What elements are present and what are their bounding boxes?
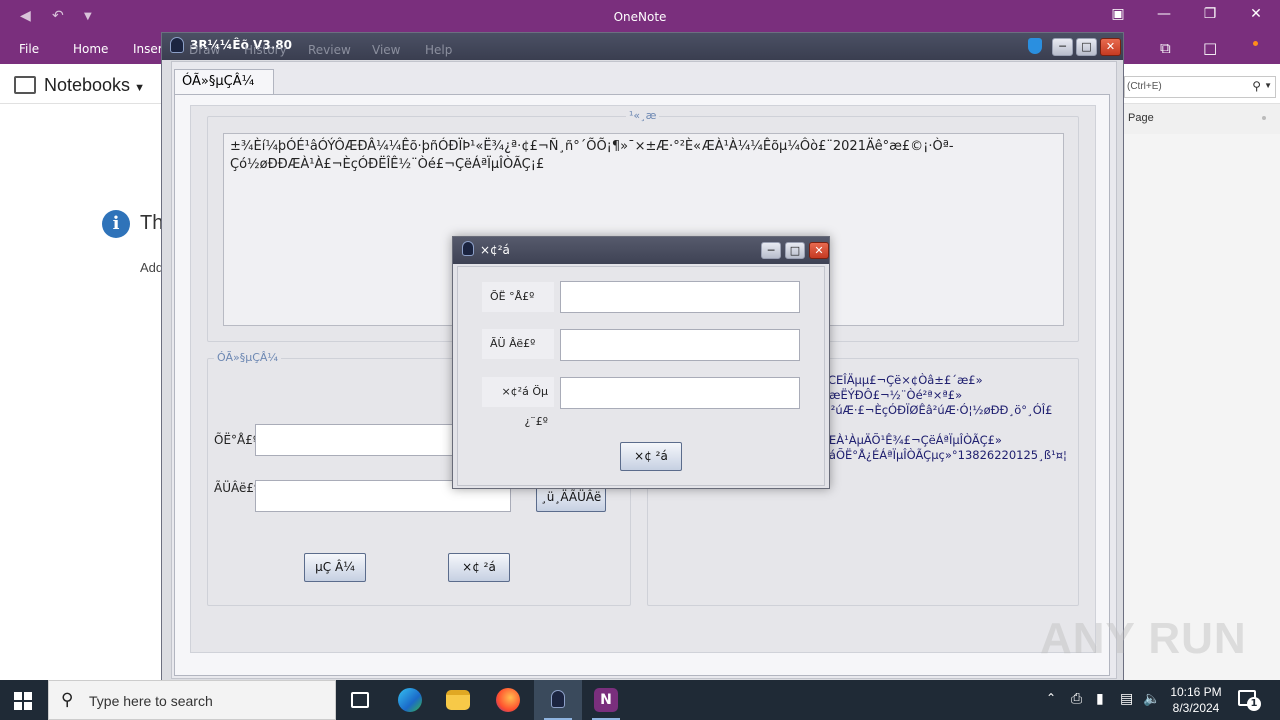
notebook-icon: [14, 76, 36, 94]
action-center-icon[interactable]: 1: [1238, 690, 1261, 711]
add-page-label: Page: [1128, 112, 1154, 124]
ghost-tab-view: View: [372, 43, 401, 57]
info-subtext: Add: [140, 260, 164, 275]
notice-legend: ¹«¸æ: [626, 109, 660, 122]
register-dialog: ×¢²á ─ □ ✕ ÕË °Å£º ÃÜ Âë£º ×¢²á Öµ ¿¨£º …: [452, 236, 830, 489]
taskbar-search-placeholder: Type here to search: [89, 693, 213, 709]
info-line: [818, 418, 1074, 433]
info-line: ¾æËÝÐÔ£¬½¨Òé²ª×ª£»: [818, 388, 963, 402]
dialog-maximize-button[interactable]: □: [785, 242, 805, 259]
taskbar-clock[interactable]: 10:16 PM 8/3/2024: [1168, 684, 1224, 716]
ghost-tab-help: Help: [425, 43, 453, 57]
ghost-tab-history: History: [244, 43, 287, 57]
comment-icon[interactable]: □: [1203, 39, 1217, 57]
tab-file[interactable]: File: [19, 42, 39, 56]
dialog-code-input[interactable]: [560, 377, 800, 409]
taskbar-firefox[interactable]: [484, 680, 532, 720]
info-icon: i: [102, 210, 130, 238]
close-icon[interactable]: ✕: [1246, 6, 1266, 22]
search-scope-dropdown-icon[interactable]: ▼: [1264, 81, 1272, 90]
ghost-tab-review: Review: [308, 43, 351, 57]
info-heading: Th: [140, 212, 164, 234]
taskbar-3r-app[interactable]: [534, 680, 582, 720]
clock-date: 8/3/2024: [1172, 701, 1220, 715]
ribbon-display-icon[interactable]: ▣: [1108, 6, 1128, 22]
dialog-register-button[interactable]: ×¢ ²á: [620, 442, 682, 471]
info-line: FICEÎÄµµ£¬Çë×¢Òâ±£´æ£»: [818, 373, 983, 387]
network-icon[interactable]: ▤: [1120, 691, 1133, 707]
app-maximize-button[interactable]: □: [1076, 38, 1097, 56]
dialog-titlebar[interactable]: ×¢²á ─ □ ✕: [453, 237, 829, 264]
dialog-password-input[interactable]: [560, 329, 800, 361]
dialog-close-button[interactable]: ✕: [809, 242, 829, 259]
search-icon[interactable]: ⚲: [1252, 79, 1261, 93]
printer-icon[interactable]: ⎙: [1071, 691, 1082, 707]
dialog-code-label: ×¢²á Öµ ¿¨£º: [482, 377, 554, 428]
info-line: ÝÆÀ¹ÀµÄÕ¹Ê¾£¬ÇëÁªÏµÎÒÃÇ£»: [818, 433, 1002, 447]
taskbar-onenote[interactable]: N: [582, 680, 630, 720]
firefox-icon: [496, 688, 520, 712]
anyrun-watermark: ANY RUN: [1040, 614, 1247, 663]
app-close-button[interactable]: ✕: [1100, 38, 1121, 56]
task-view-button[interactable]: [336, 680, 384, 720]
login-legend: ÓÃ»§µÇÂ¼: [214, 351, 282, 364]
battery-icon[interactable]: ▮: [1096, 691, 1104, 707]
notebooks-label: Notebooks: [44, 75, 131, 95]
start-button[interactable]: [14, 692, 32, 710]
notification-count-badge: 1: [1247, 697, 1261, 711]
folder-icon: [446, 690, 470, 710]
volume-icon[interactable]: 🔈: [1143, 691, 1160, 707]
clock-time: 10:16 PM: [1170, 685, 1222, 699]
search-placeholder: (Ctrl+E): [1127, 81, 1162, 92]
tab-home[interactable]: Home: [73, 42, 108, 56]
pages-pane: [1110, 134, 1280, 680]
skin-gem-icon[interactable]: [1028, 38, 1042, 54]
add-page-button[interactable]: Page: [1110, 104, 1280, 134]
notification-dot-icon: [1253, 41, 1258, 46]
chevron-down-icon: ▼: [134, 82, 145, 94]
register-button[interactable]: ×¢ ²á: [448, 553, 510, 582]
info-line: ç²áÕË°Å¿ÉÁªÏµÎÒÃÇµç»°13826220125¸ß¹¤¦: [818, 448, 1067, 462]
edge-icon: [398, 688, 422, 712]
taskbar-edge[interactable]: [386, 680, 434, 720]
taskbar-search-input[interactable]: ⚲ Type here to search: [48, 680, 336, 720]
search-icon: ⚲: [61, 690, 74, 710]
notebook-pages-icon[interactable]: ⧉: [1160, 39, 1171, 57]
info-line: £ª²úÆ·£¬ÈçÓÐÏØÊâ²úÆ·Ó¦½øÐÐ¸ö°¸ÓÎ£: [818, 403, 1053, 417]
onenote-icon: N: [594, 688, 618, 712]
dialog-password-label: ÃÜ Âë£º: [482, 329, 554, 359]
app-icon: [170, 37, 184, 53]
info-text: FICEÎÄµµ£¬Çë×¢Òâ±£´æ£» ¾æËÝÐÔ£¬½¨Òé²ª×ª£»…: [818, 373, 1074, 593]
login-button[interactable]: µÇ Â¼: [304, 553, 366, 582]
page-dot-icon: [1262, 116, 1266, 120]
show-hidden-icons-icon[interactable]: ⌃: [1046, 691, 1056, 705]
minimize-icon[interactable]: —: [1154, 6, 1174, 22]
onenote-window-title: OneNote: [613, 10, 667, 24]
restore-icon[interactable]: ❐: [1200, 6, 1220, 22]
dialog-username-label: ÕË °Å£º: [482, 282, 554, 312]
onenote-titlebar: ◀ ↶ ▼ OneNote ▣ — ❐ ✕: [0, 0, 1280, 34]
windows-logo-icon: [14, 692, 22, 700]
3r-app-icon: [551, 690, 565, 708]
taskbar-file-explorer[interactable]: [434, 680, 482, 720]
password-label: ÃÜÂë£º: [214, 481, 260, 495]
task-view-icon: [351, 692, 369, 708]
onenote-search-input[interactable]: (Ctrl+E) ⚲ ▼: [1124, 76, 1276, 98]
app-minimize-button[interactable]: ─: [1052, 38, 1073, 56]
dialog-minimize-button[interactable]: ─: [761, 242, 781, 259]
dialog-app-icon: [462, 241, 474, 256]
ghost-tab-draw: Draw: [189, 43, 221, 57]
dialog-body: ÕË °Å£º ÃÜ Âë£º ×¢²á Öµ ¿¨£º ×¢ ²á: [457, 266, 825, 486]
username-label: ÕË°Å£º: [214, 433, 259, 447]
notebooks-dropdown[interactable]: Notebooks ▼: [14, 75, 145, 96]
dialog-username-input[interactable]: [560, 281, 800, 313]
app-titlebar[interactable]: 3R¼¼Êõ V3.80 Draw History Review View He…: [162, 33, 1123, 60]
tab-user-login[interactable]: ÓÃ»§µÇÂ¼: [174, 69, 274, 95]
taskbar: ⚲ Type here to search N ⌃ ⎙ ▮ ▤ 🔈 10:16 …: [0, 680, 1280, 720]
dialog-title: ×¢²á: [480, 243, 510, 257]
